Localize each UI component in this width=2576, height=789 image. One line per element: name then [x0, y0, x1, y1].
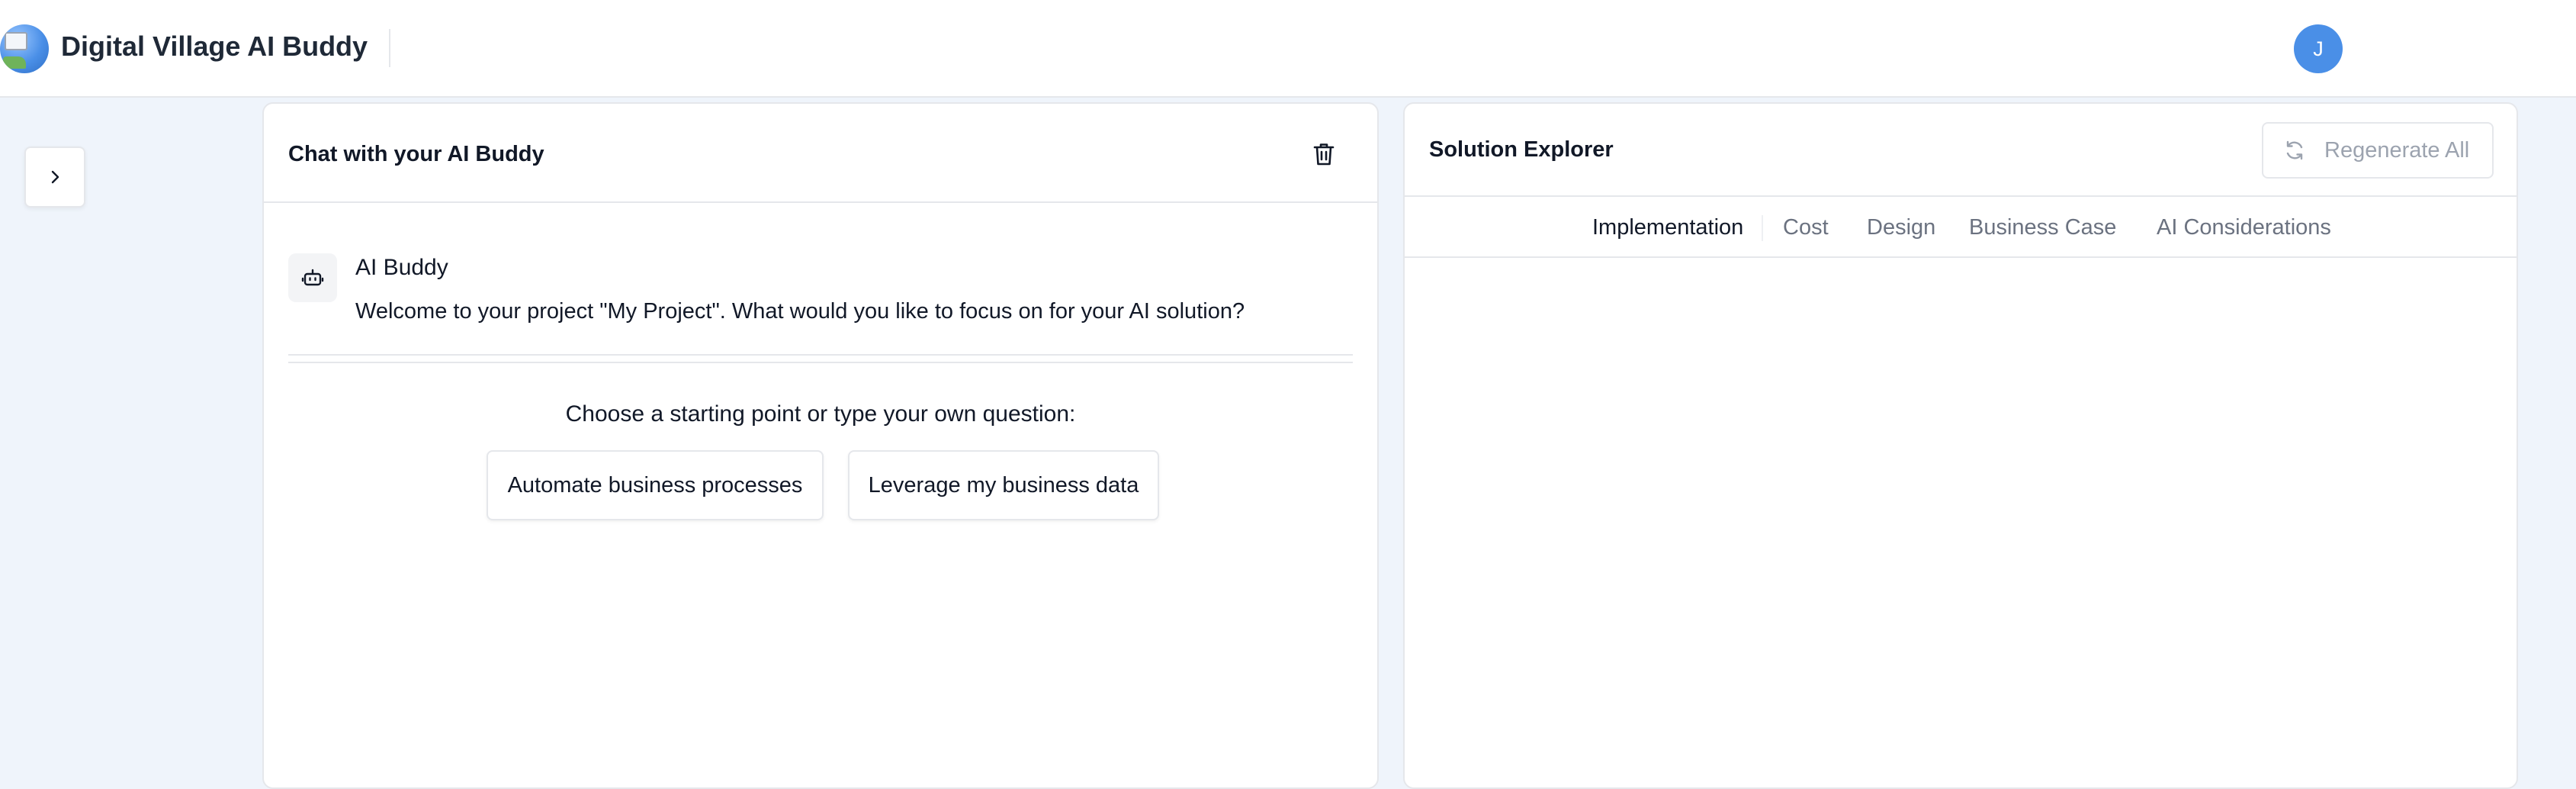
- starter-button-leverage-data[interactable]: Leverage my business data: [848, 450, 1159, 520]
- tab-cost[interactable]: Cost: [1783, 197, 1829, 258]
- starter-prompt-heading: Choose a starting point or type your own…: [565, 401, 1076, 427]
- sidebar-toggle-button[interactable]: [24, 147, 85, 208]
- user-avatar[interactable]: J: [2294, 24, 2343, 73]
- solution-explorer-panel: Solution Explorer Regenerate All Impleme…: [1403, 102, 2518, 789]
- chat-header: Chat with your AI Buddy: [264, 104, 1377, 203]
- explorer-header: Solution Explorer Regenerate All: [1405, 104, 2517, 197]
- explorer-tabs: Implementation Cost Design Business Case…: [1405, 197, 2517, 258]
- explorer-title: Solution Explorer: [1429, 137, 1614, 162]
- chevron-right-icon: [51, 170, 59, 184]
- clear-chat-button[interactable]: [1307, 137, 1341, 171]
- tab-separator: [1762, 215, 1763, 241]
- message-divider: [288, 354, 1353, 356]
- tab-business-case[interactable]: Business Case: [1969, 197, 2116, 258]
- message-author: AI Buddy: [355, 255, 448, 280]
- chat-title: Chat with your AI Buddy: [288, 142, 544, 166]
- chat-panel: Chat with your AI Buddy AI Buddy Welcome…: [262, 102, 1379, 789]
- refresh-icon: [2286, 140, 2303, 160]
- app-logo: [0, 24, 49, 73]
- bot-avatar: [288, 253, 337, 302]
- trash-icon: [1313, 143, 1335, 166]
- starter-button-automate[interactable]: Automate business processes: [487, 450, 824, 520]
- robot-icon: [301, 269, 324, 286]
- regenerate-all-label: Regenerate All: [2324, 137, 2470, 163]
- app-header: Digital Village AI Buddy J: [0, 0, 2576, 98]
- message-divider: [288, 362, 1353, 363]
- tab-implementation[interactable]: Implementation: [1592, 197, 1743, 258]
- message-text: Welcome to your project "My Project". Wh…: [355, 299, 1245, 324]
- tab-design[interactable]: Design: [1867, 197, 1935, 258]
- header-divider: [389, 29, 390, 67]
- tab-ai-considerations[interactable]: AI Considerations: [2157, 197, 2331, 258]
- app-title: Digital Village AI Buddy: [61, 31, 368, 62]
- regenerate-all-button[interactable]: Regenerate All: [2262, 122, 2494, 179]
